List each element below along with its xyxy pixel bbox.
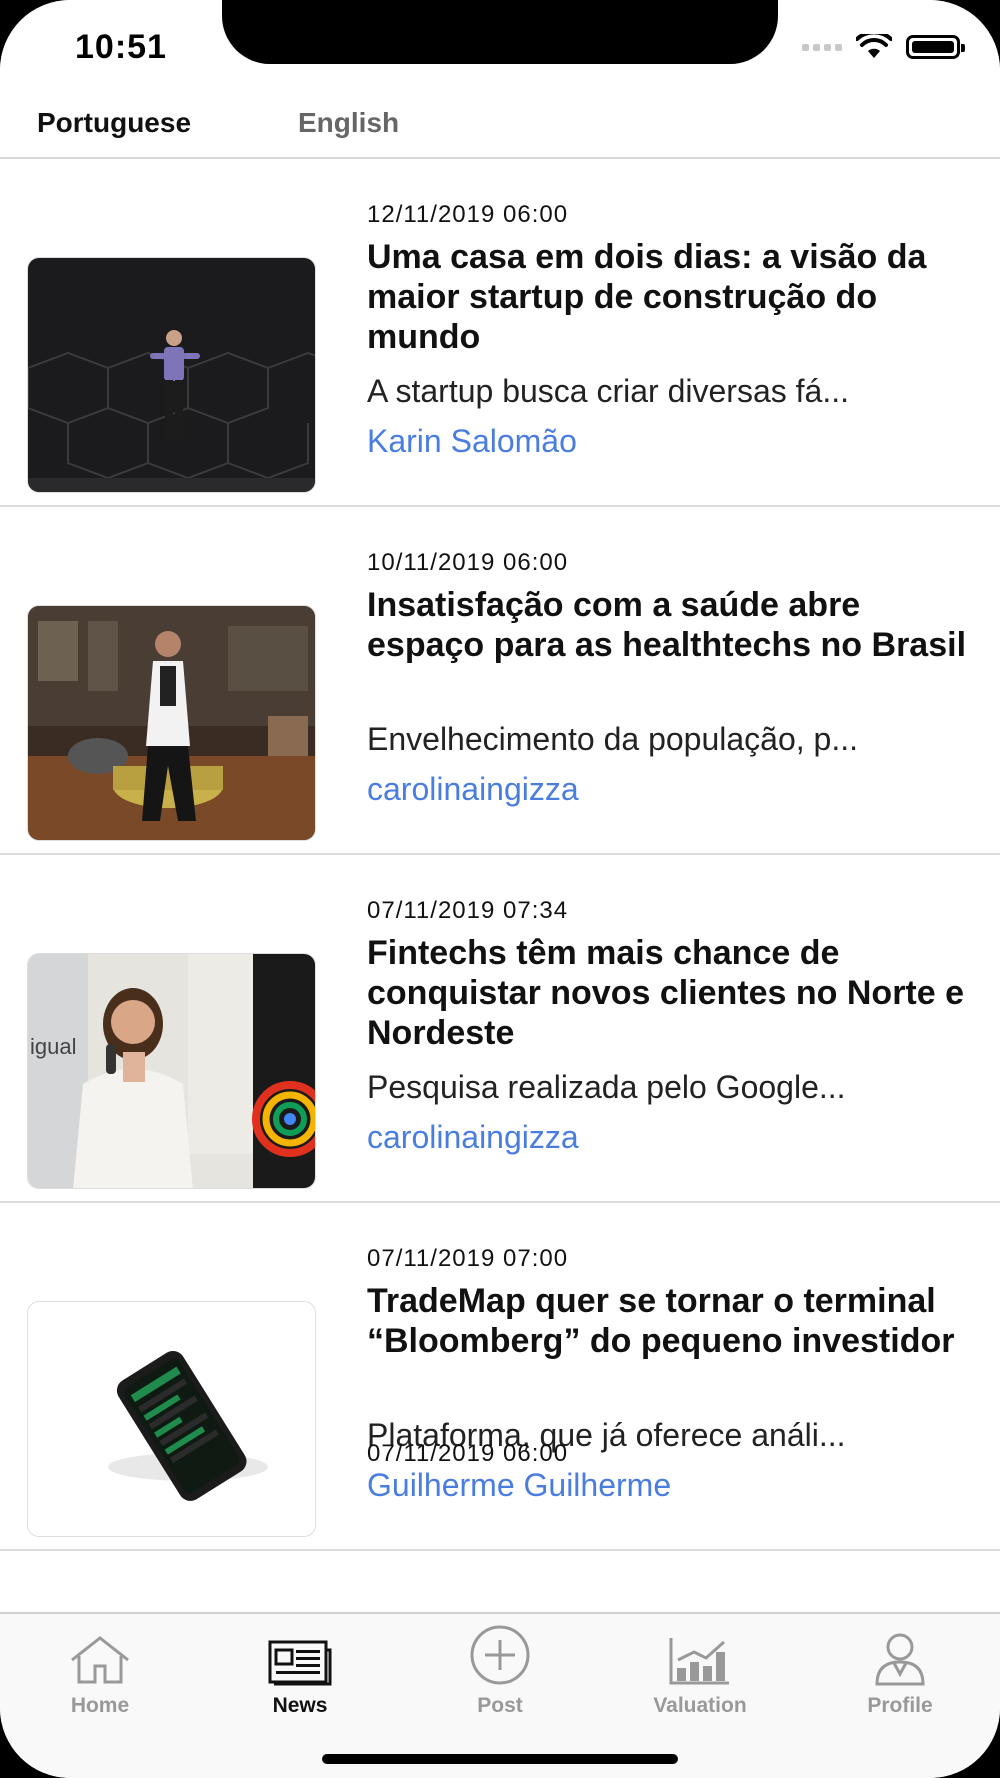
tab-post-label: Post	[477, 1694, 523, 1717]
article-thumbnail	[27, 605, 316, 841]
article-date: 07/11/2019 06:00	[367, 1440, 569, 1467]
battery-icon	[906, 35, 965, 59]
article-thumbnail: igual	[27, 953, 316, 1189]
tab-profile-label: Profile	[867, 1694, 933, 1717]
article-date: 07/11/2019 07:34	[367, 897, 569, 924]
article-title: Fintechs têm mais chance de conquistar n…	[367, 934, 965, 1052]
status-time: 10:51	[75, 28, 167, 66]
svg-text:igual: igual	[30, 1034, 76, 1059]
tab-profile[interactable]: Profile	[810, 1624, 990, 1718]
user-icon	[875, 1633, 925, 1686]
tab-home[interactable]: Home	[10, 1624, 190, 1718]
tab-news[interactable]: News	[210, 1624, 390, 1718]
bar-chart-icon	[669, 1638, 729, 1685]
news-list-item[interactable]: 10/11/2019 06:00 Insatisfação com a saúd…	[0, 507, 1000, 855]
tab-home-label: Home	[70, 1694, 130, 1717]
status-bar: 10:51	[0, 0, 1000, 85]
article-date: 12/11/2019 06:00	[367, 201, 569, 228]
wifi-icon	[856, 34, 892, 58]
tab-portuguese[interactable]: Portuguese	[37, 107, 191, 139]
article-title: Uma casa em dois dias: a visão da maior …	[367, 238, 927, 356]
article-thumbnail	[27, 257, 316, 493]
home-icon	[71, 1636, 129, 1684]
article-author-link[interactable]: Guilherme Guilherme	[367, 1467, 671, 1504]
newspaper-icon	[268, 1640, 332, 1686]
article-summary: Envelhecimento da população, p...	[367, 721, 858, 757]
article-author-link[interactable]: carolinaingizza	[367, 771, 579, 808]
article-summary: A startup busca criar diversas fá...	[367, 373, 849, 409]
tab-valuation[interactable]: Valuation	[610, 1624, 790, 1718]
news-list-item[interactable]: 07/11/2019 07:00 TradeMap quer se tornar…	[0, 1203, 1000, 1551]
tab-news-label: News	[272, 1694, 328, 1717]
home-indicator	[322, 1754, 678, 1764]
tab-english[interactable]: English	[298, 107, 399, 139]
cellular-signal-icon	[802, 43, 842, 51]
news-list: 12/11/2019 06:00 Uma casa em dois dias: …	[0, 159, 1000, 1551]
article-summary: Pesquisa realizada pelo Google...	[367, 1069, 846, 1105]
news-list-item[interactable]: 12/11/2019 06:00 Uma casa em dois dias: …	[0, 159, 1000, 507]
news-list-item[interactable]: igual 07/11/2019 07:34 Fintechs têm mais…	[0, 855, 1000, 1203]
article-author-link[interactable]: Karin Salomão	[367, 423, 577, 460]
article-author-link[interactable]: carolinaingizza	[367, 1119, 579, 1156]
article-thumbnail	[27, 1301, 316, 1537]
add-circle-icon	[470, 1625, 530, 1685]
language-tab-bar: Portuguese English	[0, 85, 1000, 159]
tab-valuation-label: Valuation	[653, 1694, 747, 1717]
status-icons	[802, 34, 965, 60]
article-date: 10/11/2019 06:00	[367, 549, 569, 576]
notch	[222, 0, 778, 64]
article-title: TradeMap quer se tornar o terminal “Bloo…	[367, 1282, 955, 1360]
article-date: 07/11/2019 07:00	[367, 1245, 569, 1272]
tab-post[interactable]: Post	[410, 1624, 590, 1718]
bottom-tab-bar: Home News Post Valuation Profile	[0, 1612, 1000, 1778]
phone-screen: 10:51 Portuguese English 12/11/2019 06:0…	[0, 0, 1000, 1778]
article-title: Insatisfação com a saúde abre espaço par…	[367, 586, 967, 664]
